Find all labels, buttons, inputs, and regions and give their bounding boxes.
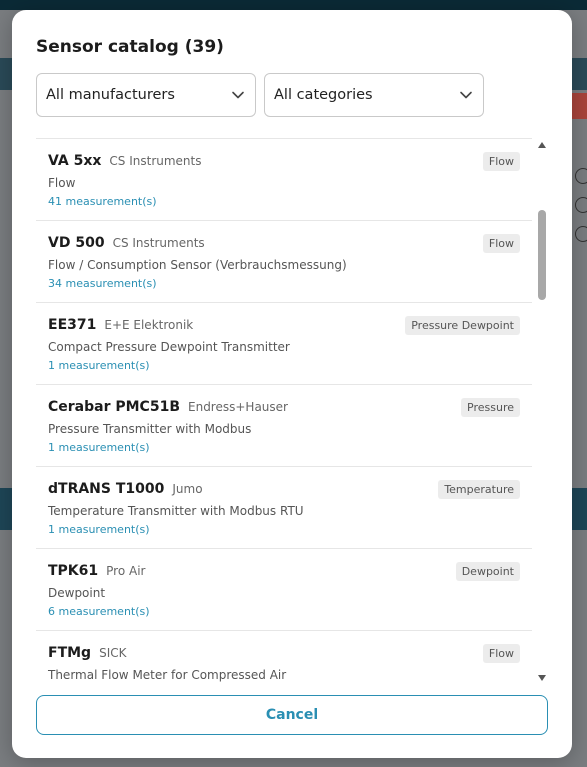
sensor-name: dTRANS T1000 <box>48 481 165 497</box>
category-badge: Flow <box>482 234 520 253</box>
scrollbar-thumb[interactable] <box>538 210 546 300</box>
sensor-list: VA 5xx CS Instruments Flow 41 measuremen… <box>36 138 532 683</box>
sensor-measurements: 6 measurement(s) <box>48 605 150 618</box>
chevron-down-icon <box>460 91 472 99</box>
list-scrollbar[interactable] <box>536 138 548 683</box>
sensor-manufacturer: SICK <box>99 646 127 660</box>
sensor-name: FTMg <box>48 645 92 661</box>
sensor-list-container: VA 5xx CS Instruments Flow 41 measuremen… <box>36 138 548 683</box>
sensor-list-item[interactable]: dTRANS T1000 Jumo Temperature Transmitte… <box>36 466 532 548</box>
sensor-list-item[interactable]: FTMg SICK Thermal Flow Meter for Compres… <box>36 630 532 683</box>
background-circle-icon <box>575 197 587 213</box>
scroll-up-arrow-icon[interactable] <box>538 142 546 148</box>
sensor-measurements: 1 measurement(s) <box>48 523 150 536</box>
scroll-down-arrow-icon[interactable] <box>538 675 546 681</box>
sensor-name: VA 5xx <box>48 153 102 169</box>
sensor-list-item[interactable]: Cerabar PMC51B Endress+Hauser Pressure T… <box>36 384 532 466</box>
sensor-name: EE371 <box>48 317 97 333</box>
sensor-manufacturer: Endress+Hauser <box>188 400 288 414</box>
sensor-measurements: 34 measurement(s) <box>48 277 157 290</box>
dialog-title: Sensor catalog (39) <box>36 37 224 57</box>
sensor-measurements: 1 measurement(s) <box>48 359 150 372</box>
sensor-list-item[interactable]: TPK61 Pro Air Dewpoint 6 measurement(s) … <box>36 548 532 630</box>
sensor-catalog-dialog: Sensor catalog (39) All manufacturers Al… <box>12 10 572 758</box>
sensor-description: Flow <box>48 176 76 190</box>
sensor-list-item[interactable]: VD 500 CS Instruments Flow / Consumption… <box>36 220 532 302</box>
sensor-name: TPK61 <box>48 563 99 579</box>
sensor-description: Compact Pressure Dewpoint Transmitter <box>48 340 290 354</box>
category-select-value: All categories <box>274 87 373 103</box>
category-badge: Pressure Dewpoint <box>405 316 520 335</box>
sensor-list-item[interactable]: VA 5xx CS Instruments Flow 41 measuremen… <box>36 138 532 220</box>
chevron-down-icon <box>232 91 244 99</box>
category-badge: Pressure <box>461 398 520 417</box>
sensor-name: VD 500 <box>48 235 105 251</box>
sensor-list-item[interactable]: EE371 E+E Elektronik Compact Pressure De… <box>36 302 532 384</box>
sensor-manufacturer: CS Instruments <box>112 236 205 250</box>
sensor-measurements: 41 measurement(s) <box>48 195 157 208</box>
sensor-manufacturer: CS Instruments <box>109 154 202 168</box>
category-badge: Temperature <box>438 480 520 499</box>
sensor-name: Cerabar PMC51B <box>48 399 180 415</box>
manufacturer-select[interactable]: All manufacturers <box>36 73 256 117</box>
sensor-description: Thermal Flow Meter for Compressed Air <box>48 668 287 682</box>
sensor-manufacturer: Jumo <box>172 482 203 496</box>
sensor-description: Flow / Consumption Sensor (Verbrauchsmes… <box>48 258 347 272</box>
category-badge: Flow <box>482 644 520 663</box>
sensor-description: Temperature Transmitter with Modbus RTU <box>48 504 304 518</box>
background-circle-icon <box>575 226 587 242</box>
category-badge: Flow <box>482 152 520 171</box>
manufacturer-select-value: All manufacturers <box>46 87 175 103</box>
cancel-button[interactable]: Cancel <box>36 695 548 735</box>
sensor-manufacturer: Pro Air <box>106 564 146 578</box>
sensor-description: Pressure Transmitter with Modbus <box>48 422 252 436</box>
category-select[interactable]: All categories <box>264 73 484 117</box>
sensor-measurements: 1 measurement(s) <box>48 441 150 454</box>
background-topbar <box>0 0 587 10</box>
background-circle-icon <box>575 168 587 184</box>
sensor-description: Dewpoint <box>48 586 106 600</box>
sensor-manufacturer: E+E Elektronik <box>104 318 194 332</box>
category-badge: Dewpoint <box>455 562 520 581</box>
